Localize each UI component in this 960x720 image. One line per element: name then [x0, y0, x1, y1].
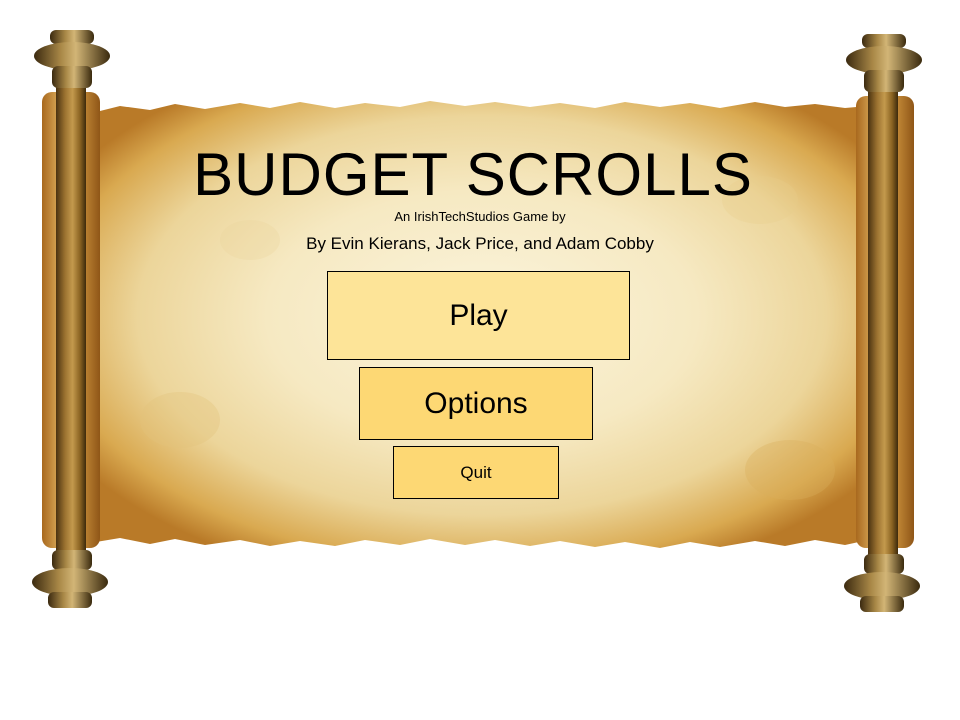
parchment-scroll-background [32, 30, 922, 612]
quit-button-label: Quit [460, 462, 492, 482]
options-button[interactable]: Options [359, 367, 593, 440]
quit-button[interactable]: Quit [393, 446, 559, 499]
options-button-label: Options [424, 386, 528, 420]
left-bottom-knob [32, 550, 108, 608]
left-top-knob [34, 30, 110, 88]
main-menu-screen: BUDGET SCROLLS An IrishTechStudios Game … [0, 0, 960, 720]
play-button-label: Play [449, 298, 508, 332]
game-title: BUDGET SCROLLS [193, 141, 753, 208]
right-rod-shaft [868, 64, 898, 564]
authors-credit: By Evin Kierans, Jack Price, and Adam Co… [306, 234, 654, 253]
left-rod-shaft [56, 60, 86, 560]
play-button[interactable]: Play [327, 271, 630, 360]
right-bottom-knob [844, 554, 920, 612]
studio-credit: An IrishTechStudios Game by [394, 209, 566, 224]
right-top-knob [846, 34, 922, 92]
